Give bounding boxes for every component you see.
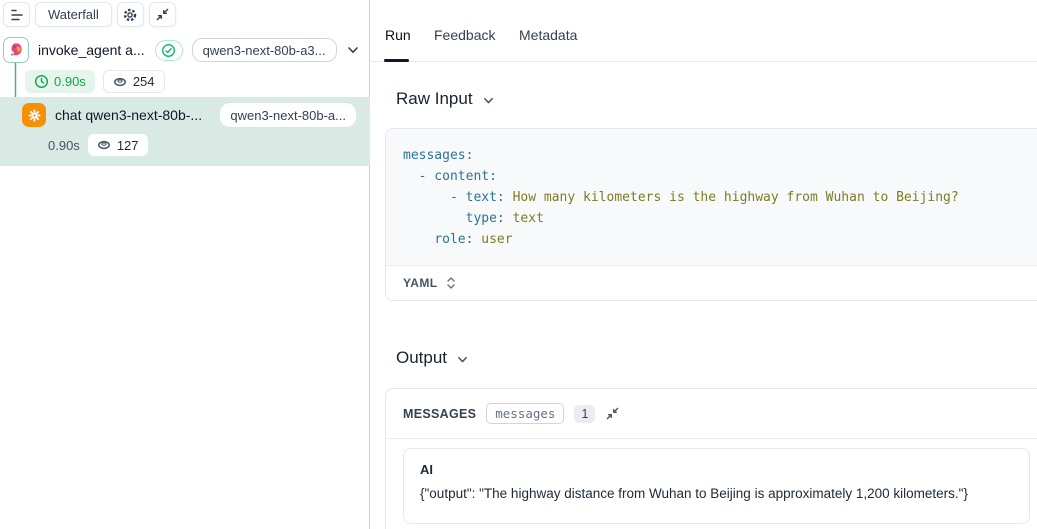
raw-input-title: Raw Input <box>396 89 473 108</box>
clock-icon <box>34 74 49 89</box>
root-duration-value: 0.90s <box>54 74 86 89</box>
waterfall-button-label: Waterfall <box>48 7 99 22</box>
chat-duration-value: 0.90s <box>48 137 80 153</box>
parrot-icon[interactable] <box>3 37 29 63</box>
messages-section-label: MESSAGES <box>403 406 477 421</box>
check-circle-icon <box>161 43 176 58</box>
output-messages-card: MESSAGES messages 1 AI {"output": "The h… <box>385 388 1037 529</box>
format-select-label[interactable]: YAML <box>403 276 438 290</box>
collapse-icon <box>155 7 170 22</box>
code-footer: YAML <box>386 266 1037 300</box>
collapse-all-button[interactable] <box>148 2 176 27</box>
chat-token-badge: 127 <box>87 134 148 156</box>
trace-row-invoke-agent[interactable]: invoke_agent a... qwen3-next-80b-a3... <box>3 37 361 63</box>
message-role-label: AI <box>420 462 433 477</box>
chat-span-stats: 0.90s 127 <box>48 134 148 156</box>
trace-tree-panel: Waterfall invoke_agent a... qwen3-next-8… <box>0 0 370 529</box>
span-name-chat: chat qwen3-next-80b-... <box>55 107 203 123</box>
chevron-down-icon[interactable] <box>345 42 361 58</box>
ai-message-card[interactable]: AI {"output": "The highway distance from… <box>403 448 1030 524</box>
root-token-count: 254 <box>132 74 155 89</box>
tab-run[interactable]: Run <box>385 27 411 43</box>
active-tab-underline <box>384 59 409 62</box>
message-output-text: {"output": "The highway distance from Wu… <box>420 486 968 501</box>
output-title: Output <box>396 348 448 367</box>
yaml-code-block[interactable]: messages: - content: - text: How many ki… <box>386 129 1037 266</box>
gear-icon <box>122 7 138 23</box>
trace-row-chat-selected[interactable]: chat qwen3-next-80b-... qwen3-next-80b-a… <box>0 97 370 166</box>
messages-header: MESSAGES messages 1 <box>386 389 1037 439</box>
chevron-down-icon <box>481 90 496 108</box>
raw-input-section-toggle[interactable]: Raw Input <box>396 89 496 109</box>
updown-chevrons-icon[interactable] <box>444 275 458 291</box>
messages-key-chip: messages <box>486 403 565 424</box>
messages-count-badge: 1 <box>574 404 596 423</box>
output-section-toggle[interactable]: Output <box>396 348 470 368</box>
root-span-stats: 0.90s 254 <box>25 70 165 93</box>
root-token-badge: 254 <box>102 70 165 93</box>
status-success-badge <box>154 39 183 61</box>
waterfall-button[interactable]: Waterfall <box>35 2 112 27</box>
model-chip-root[interactable]: qwen3-next-80b-a3... <box>191 38 337 62</box>
token-coin-icon <box>113 76 127 88</box>
trace-toolbar: Waterfall <box>3 2 176 27</box>
tab-metadata[interactable]: Metadata <box>519 27 577 43</box>
model-chip-chat[interactable]: qwen3-next-80b-a... <box>220 103 356 127</box>
chat-token-count: 127 <box>116 137 139 153</box>
collapse-icon[interactable] <box>605 406 620 421</box>
filter-button[interactable] <box>3 2 30 27</box>
token-coin-icon <box>97 139 111 151</box>
run-detail-panel: Run Feedback Metadata Raw Input messages… <box>371 0 1037 529</box>
llm-flower-icon <box>22 103 46 127</box>
settings-button[interactable] <box>116 2 144 27</box>
trace-viewer-app: Waterfall invoke_agent a... qwen3-next-8… <box>0 0 1037 529</box>
filter-icon <box>9 7 25 23</box>
raw-input-code-card: messages: - content: - text: How many ki… <box>385 128 1037 301</box>
root-duration-badge: 0.90s <box>25 70 95 93</box>
trace-row-chat[interactable]: chat qwen3-next-80b-... qwen3-next-80b-a… <box>22 102 356 128</box>
detail-tabs-bar: Run Feedback Metadata <box>371 0 1037 62</box>
span-name-root: invoke_agent a... <box>38 42 145 58</box>
tab-feedback[interactable]: Feedback <box>434 27 495 43</box>
chevron-down-icon <box>455 349 470 367</box>
